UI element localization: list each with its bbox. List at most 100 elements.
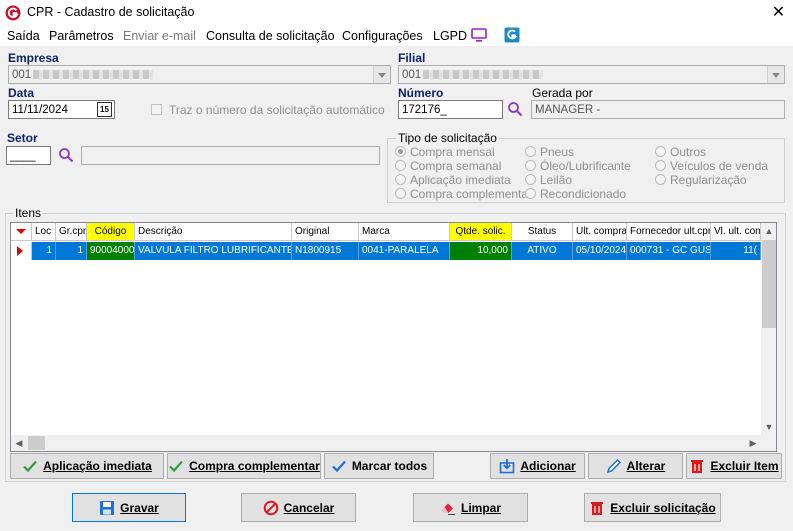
menu-consulta-solicitacao[interactable]: Consulta de solicitação <box>206 29 335 43</box>
scroll-left-icon[interactable]: ◀ <box>11 435 27 451</box>
auto-number-checkbox[interactable] <box>151 104 162 115</box>
excluir-item-button[interactable]: Excluir Item <box>686 453 782 479</box>
excluir-solicitacao-button[interactable]: Excluir solicitação <box>584 493 721 522</box>
horizontal-scroll-thumb[interactable] <box>28 436 45 450</box>
col-ult-compra[interactable]: Ult. compra <box>573 223 627 241</box>
radio-oleo-lubrificante[interactable]: Óleo/Lubrificante <box>525 159 631 173</box>
row-indicator[interactable] <box>11 242 32 260</box>
current-row-arrow-icon <box>17 246 28 256</box>
gerada-label: Gerada por <box>532 86 593 100</box>
radio-outros[interactable]: Outros <box>655 145 706 159</box>
cell-marca[interactable]: 0041-PARALELA <box>359 242 450 260</box>
scroll-corner <box>761 435 776 451</box>
cell-grcpr[interactable]: 1 <box>56 242 87 260</box>
col-marca[interactable]: Marca <box>359 223 450 241</box>
eraser-icon <box>441 503 455 515</box>
cell-loc[interactable]: 1 <box>32 242 56 260</box>
col-fornecedor[interactable]: Fornecedor ult.cpr <box>627 223 711 241</box>
cancelar-button[interactable]: Cancelar <box>241 493 356 522</box>
cancel-icon <box>263 500 278 515</box>
radio-recondicionado[interactable]: Recondicionado <box>525 187 626 201</box>
radio-aplicacao-imediata[interactable]: Aplicação imediata <box>395 173 511 187</box>
col-vl-ult-compra[interactable]: Vl. ult. com <box>711 223 761 241</box>
scroll-right-icon[interactable]: ▶ <box>745 435 761 451</box>
setor-label: Setor <box>7 131 38 145</box>
monitor-icon[interactable] <box>471 28 487 43</box>
cell-original[interactable]: N1800915 <box>292 242 359 260</box>
grid-header-indicator <box>11 223 32 241</box>
menu-lgpd[interactable]: LGPD <box>433 29 467 43</box>
menu-enviar-email[interactable]: Enviar e-mail <box>123 29 196 43</box>
cell-status[interactable]: ATIVO <box>512 242 573 260</box>
window-title: CPR - Cadastro de solicitação <box>27 5 195 19</box>
empresa-select[interactable]: 001 <box>8 65 391 84</box>
radio-leilao[interactable]: Leilão <box>525 173 572 187</box>
filial-label: Filial <box>398 51 426 65</box>
close-button[interactable]: ✕ <box>764 0 793 26</box>
menu-parametros[interactable]: Parâmetros <box>49 29 114 43</box>
marcar-todos-button[interactable]: Marcar todos <box>324 453 434 479</box>
calendar-icon[interactable]: 15 <box>97 102 112 117</box>
cell-codigo[interactable]: 90004000 <box>87 242 135 260</box>
limpar-button[interactable]: Limpar <box>413 493 528 522</box>
items-grid[interactable]: Loc Gr.cpr Código Descrição Original Mar… <box>10 222 777 452</box>
radio-compra-mensal[interactable]: Compra mensal <box>395 145 495 159</box>
search-icon[interactable] <box>58 147 74 163</box>
numero-label: Número <box>398 86 444 100</box>
cell-qtde-solic[interactable]: 10,000 <box>450 242 512 260</box>
aplicacao-imediata-button[interactable]: Aplicação imediata <box>10 453 164 479</box>
radio-regularizacao[interactable]: Regularização <box>655 173 747 187</box>
app-shortcut-icon[interactable] <box>504 27 520 43</box>
radio-veiculos-venda[interactable]: Veículos de venda <box>655 159 768 173</box>
alterar-button[interactable]: Alterar <box>588 453 683 479</box>
menu-saida[interactable]: Saída <box>7 29 40 43</box>
numero-input[interactable]: 172176_ <box>398 100 503 119</box>
empresa-value: 001 <box>12 69 32 81</box>
col-original[interactable]: Original <box>292 223 359 241</box>
filial-select[interactable]: 001 <box>398 65 785 84</box>
vertical-scrollbar[interactable]: ▲ ▼ <box>761 223 776 435</box>
pencil-icon <box>606 458 621 474</box>
menu-bar: Saída Parâmetros Enviar e-mail Consulta … <box>0 26 793 46</box>
cell-descricao[interactable]: VALVULA FILTRO LUBRIFICANTE... <box>135 242 292 260</box>
radio-compra-semanal[interactable]: Compra semanal <box>395 159 501 173</box>
setor-input[interactable]: ____ <box>6 146 51 165</box>
col-qtde-solic[interactable]: Qtde. solic. <box>450 223 512 241</box>
filial-value: 001 <box>402 69 422 81</box>
chevron-down-icon[interactable] <box>373 66 390 83</box>
check-icon <box>169 460 183 473</box>
app-logo-icon <box>5 5 21 21</box>
cell-vl-ult-compra[interactable]: 11( <box>711 242 761 260</box>
trash-icon <box>591 501 604 515</box>
col-grcpr[interactable]: Gr.cpr <box>56 223 87 241</box>
cell-ult-compra[interactable]: 05/10/2024 <box>573 242 627 260</box>
data-input[interactable]: 11/11/2024 15 <box>8 100 115 119</box>
cell-fornecedor[interactable]: 000731 - GC GUS... <box>627 242 711 260</box>
data-label: Data <box>8 86 35 100</box>
chevron-down-icon[interactable] <box>767 66 784 83</box>
col-status[interactable]: Status <box>512 223 573 241</box>
sort-down-icon <box>16 229 26 239</box>
search-icon[interactable] <box>507 101 523 117</box>
vertical-scroll-thumb[interactable] <box>762 240 776 328</box>
horizontal-scrollbar[interactable]: ◀ ▶ <box>11 435 761 451</box>
check-icon <box>332 460 346 473</box>
col-loc[interactable]: Loc <box>32 223 56 241</box>
col-descricao[interactable]: Descrição <box>135 223 292 241</box>
scroll-down-icon[interactable]: ▼ <box>761 419 776 435</box>
scroll-up-icon[interactable]: ▲ <box>761 223 776 239</box>
empresa-redacted <box>33 70 154 80</box>
adicionar-button[interactable]: Adicionar <box>490 453 585 479</box>
col-codigo[interactable]: Código <box>87 223 135 241</box>
filial-redacted <box>423 70 544 80</box>
save-disk-icon <box>100 500 115 515</box>
compra-complementar-button[interactable]: Compra complementar <box>167 453 321 479</box>
tipo-solicitacao-title: Tipo de solicitação <box>396 131 499 145</box>
download-box-icon <box>500 459 515 474</box>
gravar-button[interactable]: Gravar <box>72 493 186 522</box>
menu-configuracoes[interactable]: Configurações <box>342 29 423 43</box>
data-value: 11/11/2024 <box>12 104 68 116</box>
check-icon <box>23 460 37 473</box>
radio-compra-complementar[interactable]: Compra complementar <box>395 187 532 201</box>
radio-pneus[interactable]: Pneus <box>525 145 574 159</box>
